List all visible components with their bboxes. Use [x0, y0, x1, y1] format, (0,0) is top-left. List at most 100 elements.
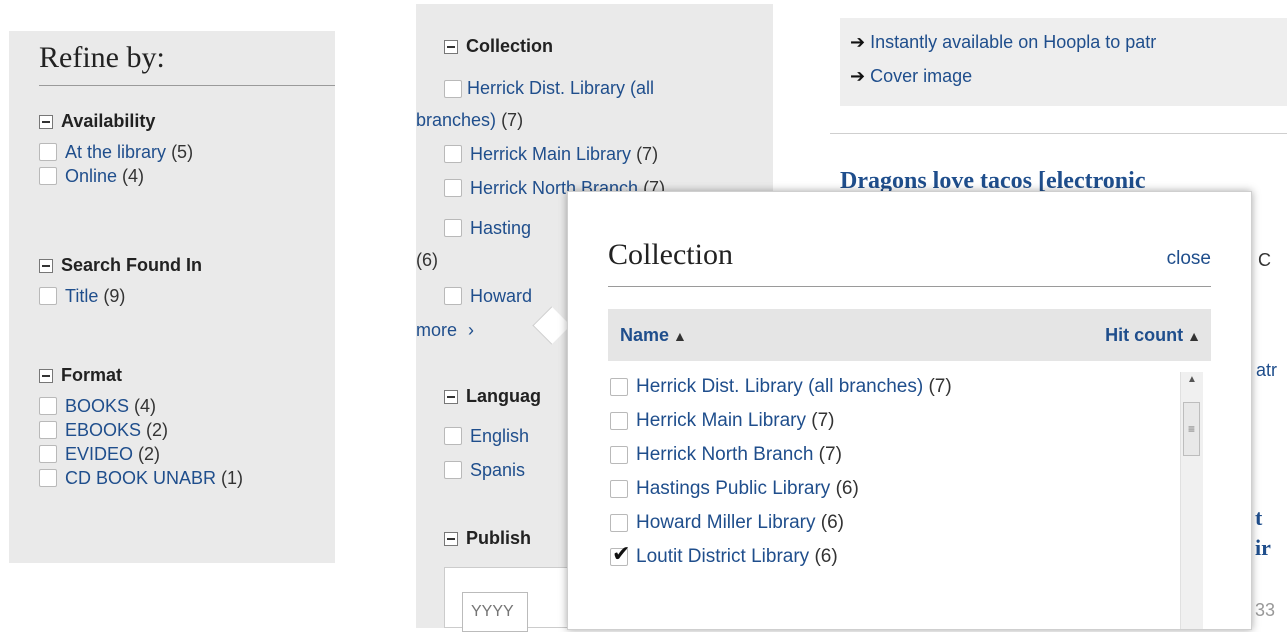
checkbox[interactable]: [39, 469, 57, 487]
popup-item-herrick-north[interactable]: Herrick North Branch (7): [610, 438, 1175, 472]
checkbox[interactable]: [444, 80, 462, 99]
facet-item-label[interactable]: English: [470, 426, 529, 447]
checkbox[interactable]: [610, 446, 628, 464]
facet-item-count: (7): [636, 143, 659, 164]
hoopla-link-label[interactable]: Instantly available on Hoopla to patr: [870, 32, 1156, 52]
collapse-icon[interactable]: [39, 114, 53, 129]
facet-item-label[interactable]: Hasting: [470, 218, 531, 239]
checkbox[interactable]: [610, 378, 628, 396]
facet-item-books[interactable]: BOOKS (4): [39, 394, 243, 418]
popup-item-herrick-main[interactable]: Herrick Main Library (7): [610, 404, 1175, 438]
checkbox[interactable]: [444, 179, 462, 197]
popup-item-herrick-dist[interactable]: Herrick Dist. Library (all branches) (7): [610, 370, 1175, 404]
checkbox-checked[interactable]: [610, 541, 630, 567]
year-input[interactable]: [462, 592, 528, 632]
facet-item-online[interactable]: Online (4): [39, 164, 193, 188]
scroll-up-icon[interactable]: ▲: [1181, 374, 1203, 392]
collection-item-howard[interactable]: Howard: [444, 284, 532, 308]
facet-item-label[interactable]: Spanis: [470, 460, 525, 481]
checkbox[interactable]: [610, 480, 628, 498]
facet-item-cd-book-unabr[interactable]: CD BOOK UNABR (1): [39, 466, 243, 490]
sort-icon[interactable]: ▲︎: [1187, 328, 1201, 344]
divider: [830, 133, 1287, 134]
language-item-spanish[interactable]: Spanis: [444, 458, 525, 482]
facet-item-count: (6): [416, 250, 438, 270]
checkbox[interactable]: [610, 514, 628, 532]
facet-heading-language[interactable]: Languag: [444, 386, 541, 407]
scroll-thumb[interactable]: ≡: [1183, 402, 1200, 456]
checkbox[interactable]: [444, 427, 462, 445]
collapse-icon[interactable]: [39, 258, 53, 273]
checkbox[interactable]: [444, 219, 462, 237]
facet-item-label[interactable]: CD BOOK UNABR: [65, 468, 216, 488]
sort-by-hit-count[interactable]: Hit count ▲︎: [1105, 325, 1201, 346]
checkbox[interactable]: [444, 287, 462, 305]
collapse-icon[interactable]: [444, 39, 458, 54]
facet-item-label[interactable]: Herrick Dist. Library (all: [467, 78, 654, 98]
collapse-icon[interactable]: [444, 389, 458, 404]
facet-heading[interactable]: Format: [39, 365, 243, 386]
item-label[interactable]: Loutit District Library: [636, 546, 809, 567]
facet-item-label[interactable]: Online: [65, 166, 117, 186]
cover-image-link[interactable]: ➔ Cover image: [850, 66, 972, 87]
facet-item-label[interactable]: At the library: [65, 142, 166, 162]
sort-by-name[interactable]: Name ▲︎: [620, 325, 687, 346]
scrollbar[interactable]: ▲ ≡: [1180, 372, 1203, 629]
checkbox[interactable]: [444, 145, 462, 163]
collection-item-herrick-dist-cont[interactable]: branches) (7): [416, 110, 523, 131]
arrow-right-icon: ➔: [850, 66, 866, 86]
facet-item-label[interactable]: BOOKS: [65, 396, 129, 416]
checkbox[interactable]: [39, 445, 57, 463]
item-label[interactable]: Herrick North Branch: [636, 444, 813, 465]
checkbox[interactable]: [39, 397, 57, 415]
hoopla-link[interactable]: ➔ Instantly available on Hoopla to patr: [850, 32, 1156, 53]
facet-item-ebooks[interactable]: EBOOKS (2): [39, 418, 243, 442]
sort-icon[interactable]: ▲︎: [673, 328, 687, 344]
facet-heading[interactable]: Availability: [39, 111, 193, 132]
facet-item-label[interactable]: Herrick Main Library: [470, 144, 631, 164]
checkbox[interactable]: [39, 167, 57, 185]
checkbox[interactable]: [39, 421, 57, 439]
facet-item-evideo[interactable]: EVIDEO (2): [39, 442, 243, 466]
close-button[interactable]: close: [1167, 248, 1211, 270]
popup-item-hastings[interactable]: Hastings Public Library (6): [610, 472, 1175, 506]
column-header-name[interactable]: Name: [620, 325, 669, 345]
popup-item-loutit[interactable]: Loutit District Library (6): [610, 540, 1175, 574]
item-count: (6): [835, 478, 859, 499]
facet-heading-label: Search Found In: [61, 255, 203, 275]
refine-by-title: Refine by:: [39, 41, 165, 74]
item-label[interactable]: Herrick Main Library: [636, 410, 806, 431]
item-label[interactable]: Hastings Public Library: [636, 478, 830, 499]
fragment-text: 33: [1255, 600, 1276, 620]
more-label[interactable]: more: [416, 320, 457, 340]
collection-item-herrick-dist[interactable]: Herrick Dist. Library (all: [444, 76, 764, 100]
facet-heading-publish[interactable]: Publish: [444, 528, 531, 549]
facet-item-label[interactable]: Title: [65, 286, 98, 306]
popup-item-howard-miller[interactable]: Howard Miller Library (6): [610, 506, 1175, 540]
collection-item-hastings[interactable]: Hasting: [444, 216, 531, 240]
facet-heading[interactable]: Search Found In: [39, 255, 202, 276]
collapse-icon[interactable]: [39, 368, 53, 383]
facet-item-label[interactable]: EBOOKS: [65, 420, 141, 440]
more-link[interactable]: more ›: [416, 320, 474, 341]
language-item-english[interactable]: English: [444, 424, 529, 448]
checkbox[interactable]: [39, 287, 57, 305]
facet-item-title[interactable]: Title (9): [39, 284, 202, 308]
item-count: (7): [811, 410, 835, 431]
checkbox[interactable]: [610, 412, 628, 430]
facet-heading-collection[interactable]: Collection: [444, 36, 553, 57]
chevron-right-icon: ›: [468, 320, 475, 340]
collapse-icon[interactable]: [444, 531, 458, 546]
checkbox[interactable]: [39, 143, 57, 161]
cover-image-link-label[interactable]: Cover image: [870, 66, 972, 86]
column-header-hit-count[interactable]: Hit count: [1105, 325, 1183, 345]
item-label[interactable]: Herrick Dist. Library (all branches): [636, 376, 923, 397]
facet-item-count: (1): [221, 467, 244, 488]
facet-item-label[interactable]: Howard: [470, 286, 532, 307]
facet-item-label[interactable]: branches): [416, 110, 496, 130]
facet-item-label[interactable]: EVIDEO: [65, 444, 133, 464]
checkbox[interactable]: [444, 461, 462, 479]
facet-item-at-the-library[interactable]: At the library (5): [39, 140, 193, 164]
collection-item-herrick-main[interactable]: Herrick Main Library (7): [444, 142, 658, 166]
item-label[interactable]: Howard Miller Library: [636, 512, 816, 533]
